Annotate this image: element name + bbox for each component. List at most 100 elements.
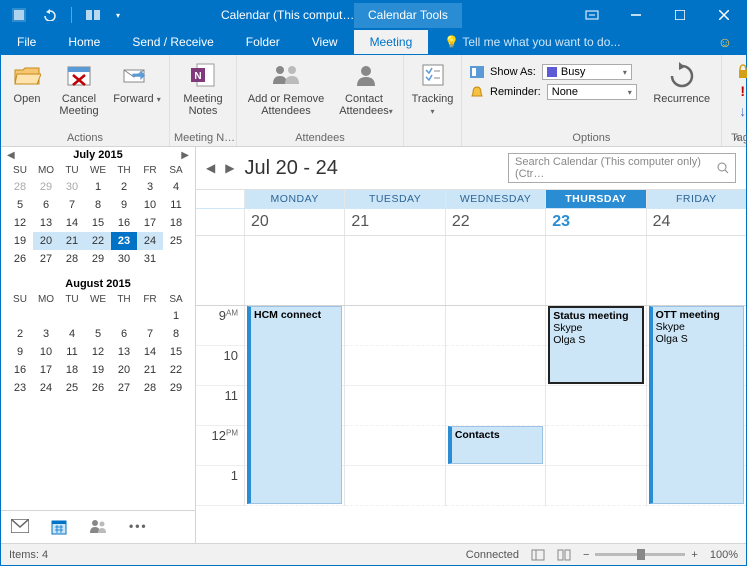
tab-send-receive[interactable]: Send / Receive [116, 30, 229, 54]
minical-day[interactable]: 18 [163, 214, 189, 232]
day-header[interactable]: MONDAY [244, 190, 344, 208]
appointment-status[interactable]: Status meetingSkypeOlga S [548, 306, 643, 384]
day-header[interactable]: FRIDAY [646, 190, 746, 208]
private-icon[interactable] [736, 63, 747, 79]
minical-day[interactable]: 21 [59, 232, 85, 250]
minical-day[interactable]: 4 [163, 178, 189, 196]
minical-day[interactable]: 1 [163, 307, 189, 325]
minical-day[interactable]: 6 [33, 196, 59, 214]
minical-day[interactable]: 16 [7, 361, 33, 379]
minical-july[interactable]: SUMOTUWETHFRSA28293012345678910111213141… [1, 163, 195, 276]
minical-day[interactable]: 13 [33, 214, 59, 232]
qat-dropdown-icon[interactable]: ▾ [116, 11, 120, 20]
minical-day[interactable]: 3 [33, 325, 59, 343]
minical-day[interactable]: 26 [85, 379, 111, 397]
minical-day[interactable]: 7 [59, 196, 85, 214]
minical-day[interactable]: 28 [137, 379, 163, 397]
undo-icon[interactable] [41, 7, 57, 23]
collapse-ribbon-icon[interactable]: ˄ [734, 133, 740, 144]
minical-day[interactable]: 2 [7, 325, 33, 343]
zoom-out-icon[interactable]: − [583, 549, 589, 561]
search-input[interactable]: Search Calendar (This computer only) (Ct… [508, 153, 736, 183]
minical-day[interactable]: 20 [33, 232, 59, 250]
minical-day[interactable]: 5 [7, 196, 33, 214]
minical-day[interactable]: 20 [111, 361, 137, 379]
add-remove-attendees-button[interactable]: Add or Remove Attendees [245, 59, 327, 117]
minical-day[interactable]: 21 [137, 361, 163, 379]
day-column-mon[interactable]: HCM connect [244, 306, 344, 506]
minical-day[interactable]: 3 [137, 178, 163, 196]
tab-home[interactable]: Home [52, 30, 116, 54]
minical-day[interactable]: 16 [111, 214, 137, 232]
minical-day[interactable] [85, 307, 111, 325]
minical-day[interactable]: 9 [7, 343, 33, 361]
minical-day[interactable]: 18 [59, 361, 85, 379]
minical-day[interactable]: 14 [59, 214, 85, 232]
maximize-button[interactable] [658, 1, 702, 29]
low-importance-icon[interactable]: ↓ [739, 103, 746, 119]
minical-day[interactable]: 12 [7, 214, 33, 232]
more-icon[interactable]: ••• [129, 519, 148, 535]
minical-day[interactable]: 28 [59, 250, 85, 268]
minical-day[interactable]: 10 [33, 343, 59, 361]
view-reading-icon[interactable] [557, 549, 571, 561]
date-number[interactable]: 20 [244, 209, 344, 235]
zoom-in-icon[interactable]: + [691, 549, 697, 561]
date-number[interactable]: 21 [344, 209, 444, 235]
day-column-thu[interactable]: Status meetingSkypeOlga S [545, 306, 645, 506]
date-number[interactable]: 24 [646, 209, 746, 235]
day-column-wed[interactable]: Contacts [445, 306, 545, 506]
day-header[interactable]: WEDNESDAY [445, 190, 545, 208]
meeting-notes-button[interactable]: N Meeting Notes [178, 59, 228, 117]
minical-day[interactable]: 14 [137, 343, 163, 361]
reminder-select[interactable]: None▾ [547, 84, 637, 100]
minical-day[interactable]: 5 [85, 325, 111, 343]
minical-day[interactable]: 23 [7, 379, 33, 397]
minical-day[interactable]: 28 [7, 178, 33, 196]
forward-button[interactable]: Forward ▾ [113, 59, 161, 106]
mail-icon[interactable] [11, 519, 29, 535]
minical-day[interactable]: 29 [163, 379, 189, 397]
day-header[interactable]: THURSDAY [545, 190, 645, 208]
date-number[interactable]: 22 [445, 209, 545, 235]
minical-day[interactable]: 29 [85, 250, 111, 268]
minical-day[interactable]: 26 [7, 250, 33, 268]
day-column-tue[interactable] [344, 306, 444, 506]
minical-day[interactable]: 9 [111, 196, 137, 214]
tab-file[interactable]: File [1, 30, 52, 54]
feedback-smiley-icon[interactable]: ☺ [718, 34, 746, 50]
people-icon[interactable] [89, 519, 107, 535]
prev-range-icon[interactable]: ◀ [206, 161, 215, 175]
cancel-meeting-button[interactable]: Cancel Meeting [55, 59, 103, 117]
day-column-fri[interactable]: OTT meetingSkypeOlga S [646, 306, 746, 506]
minical-day[interactable]: 15 [163, 343, 189, 361]
show-as-select[interactable]: Busy▾ [542, 64, 632, 80]
minical-day[interactable]: 22 [85, 232, 111, 250]
high-importance-icon[interactable]: ! [740, 83, 745, 99]
minical-day[interactable] [59, 307, 85, 325]
minical-day[interactable]: 27 [111, 379, 137, 397]
minical-day[interactable]: 19 [85, 361, 111, 379]
minical-day[interactable]: 25 [59, 379, 85, 397]
day-header[interactable]: TUESDAY [344, 190, 444, 208]
open-button[interactable]: Open [9, 59, 45, 105]
close-button[interactable] [702, 1, 746, 29]
minical-day[interactable]: 2 [111, 178, 137, 196]
appointment-contacts[interactable]: Contacts [448, 426, 543, 464]
minical-day[interactable]: 4 [59, 325, 85, 343]
date-number[interactable]: 23 [545, 209, 645, 235]
minical-day[interactable]: 27 [33, 250, 59, 268]
minical-day[interactable] [33, 307, 59, 325]
minical-day[interactable]: 24 [33, 379, 59, 397]
minical-day[interactable]: 12 [85, 343, 111, 361]
prev-month-icon[interactable]: ◀ [7, 150, 15, 161]
minical-day[interactable]: 30 [59, 178, 85, 196]
minical-day[interactable]: 6 [111, 325, 137, 343]
minical-august[interactable]: SUMOTUWETHFRSA12345678910111213141516171… [1, 292, 195, 405]
minical-day[interactable]: 8 [85, 196, 111, 214]
minical-day[interactable]: 25 [163, 232, 189, 250]
zoom-slider[interactable]: − + [583, 549, 698, 561]
tracking-button[interactable]: Tracking▾ [409, 59, 457, 118]
minical-day[interactable]: 11 [163, 196, 189, 214]
next-month-icon[interactable]: ▶ [181, 150, 189, 161]
